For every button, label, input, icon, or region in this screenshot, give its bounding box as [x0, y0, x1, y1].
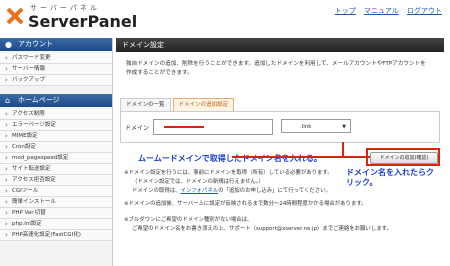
sidebar-item-php-fastcgi[interactable]: PHP高速化設定(FastCGI化) [0, 230, 112, 241]
page-title: ドメイン設定 [116, 38, 444, 52]
xserver-logo-icon [6, 7, 24, 25]
logout-link[interactable]: ログアウト [407, 7, 442, 15]
sidebar-item-access-deny[interactable]: アクセス拒否設定 [0, 175, 112, 186]
main-content: ドメイン設定 独自ドメインの追加、削除を行うことができます。追加したドメインを利… [116, 38, 444, 232]
note-text: の「追加のお申し込み」にて行ってください。 [218, 188, 331, 194]
annotation-red-line [164, 126, 204, 128]
top-links: トップ マニュアル ログアウト [329, 6, 442, 16]
sidebar-item-access-limit[interactable]: アクセス制限 [0, 109, 112, 120]
tabs: ドメインの一覧 ドメインの追加設定 [120, 98, 236, 111]
tab-domain-list[interactable]: ドメインの一覧 [120, 98, 171, 111]
tld-select[interactable]: .link ▼ [281, 119, 351, 133]
domain-name-input[interactable] [153, 119, 273, 135]
sidebar-section-title: アカウント [18, 40, 53, 48]
top-link[interactable]: トップ [335, 7, 356, 15]
sidebar-item-password[interactable]: パスワード変更 [0, 53, 112, 64]
sidebar-item-php-ini[interactable]: php.ini設定 [0, 219, 112, 230]
description: 独自ドメインの追加、削除を行うことができます。追加したドメインを利用して、メール… [126, 60, 434, 78]
user-icon: ● [5, 40, 12, 49]
note: ご希望のドメイン名をお書き添えの上、サポート（support@xserver.n… [132, 226, 392, 232]
infopanel-link[interactable]: インフォパネル [181, 188, 219, 194]
annotation-click: ドメイン名を入れたらクリック。 [346, 168, 434, 187]
sidebar-item-pagespeed[interactable]: mod_pagespeed設定 [0, 153, 112, 164]
tld-select-value: .link [300, 124, 312, 130]
manual-link[interactable]: マニュアル [364, 7, 399, 15]
description-line: 作成することができます。 [126, 70, 193, 76]
description-line: 独自ドメインの追加、削除を行うことができます。追加したドメインを利用して、メール… [126, 61, 426, 67]
add-domain-button[interactable]: ドメインの追加(確認) [370, 152, 438, 164]
sidebar-section-homepage: ⌂ ホームページ [0, 94, 112, 107]
note-text: ドメインの取得は、 [132, 188, 181, 194]
sidebar-item-cron[interactable]: Cron設定 [0, 142, 112, 153]
sidebar-item-easy-install[interactable]: 簡単インストール [0, 197, 112, 208]
sidebar: ● アカウント パスワード変更 サーバー情報 バックアップ ⌂ ホームページ ア… [0, 38, 113, 266]
header: サーバーパネル ServerPanel トップ マニュアル ログアウト [0, 0, 450, 36]
annotation-enter-domain: ムームードメインで取得したドメイン名を入れる。 [138, 154, 322, 163]
tab-domain-add[interactable]: ドメインの追加設定 [172, 98, 235, 111]
sidebar-item-mime[interactable]: MIME設定 [0, 131, 112, 142]
domain-form: ドメイン .link ▼ [120, 111, 440, 143]
sidebar-section-title: ホームページ [18, 96, 60, 104]
note: ※ドメインの追加後、サーバー上に設定が反映されるまで数分～24時間程度かかる場合… [124, 201, 367, 207]
sidebar-section-account: ● アカウント [0, 38, 112, 51]
domain-label: ドメイン [125, 125, 150, 132]
chevron-down-icon: ▼ [342, 124, 346, 130]
note: ※ドメイン設定を行うには、事前にドメインを取得（所有）している必要があります。 [124, 170, 333, 176]
sidebar-item-php-version[interactable]: PHP Ver.切替 [0, 208, 112, 219]
sidebar-item-site-redirect[interactable]: サイト転送設定 [0, 164, 112, 175]
note: ※ブルダウンにご希望のドメイン種別がない場合は、 [124, 217, 253, 223]
sidebar-item-error-page[interactable]: エラーページ設定 [0, 120, 112, 131]
logo-title: ServerPanel [28, 12, 138, 31]
home-icon: ⌂ [5, 96, 11, 105]
sidebar-item-server-info[interactable]: サーバー情報 [0, 64, 112, 75]
note: ドメインの取得は、インフォパネルの「追加のお申し込み」にて行ってください。 [124, 187, 331, 195]
sidebar-item-cgi-tools[interactable]: CGIツール [0, 186, 112, 197]
note: （ドメイン設定では、ドメインの新規は行えません。） [132, 179, 264, 185]
sidebar-item-backup[interactable]: バックアップ [0, 75, 112, 86]
